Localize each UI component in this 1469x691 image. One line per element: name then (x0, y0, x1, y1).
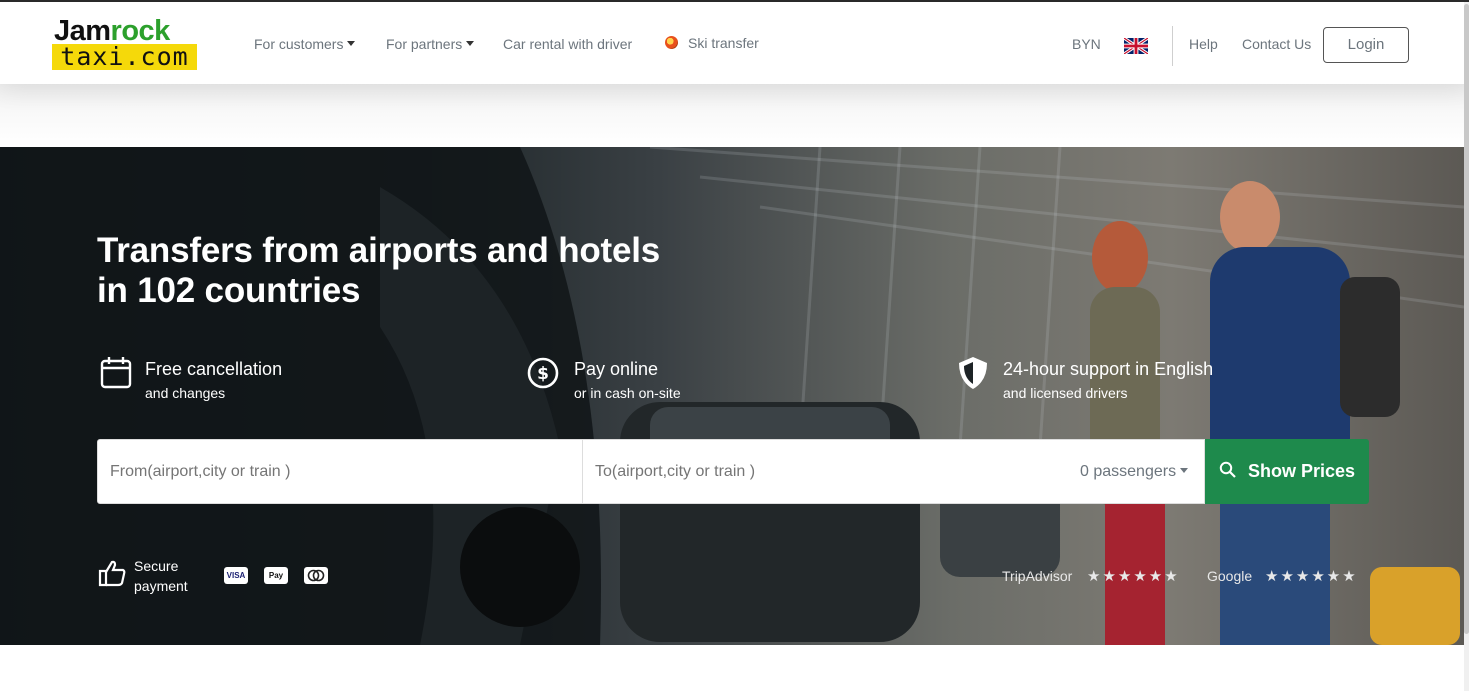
hero-title: Transfers from airports and hotels in 10… (97, 231, 661, 310)
nav-for-partners[interactable]: For partners (386, 36, 475, 52)
caret-down-icon (347, 41, 356, 46)
nav-ski-transfer[interactable]: Ski transfer (665, 35, 759, 51)
mastercard-icon (304, 567, 328, 584)
caret-down-icon (1180, 468, 1189, 473)
search-form: 0 passengers (97, 439, 1205, 504)
from-input[interactable] (110, 440, 580, 503)
nav-for-customers[interactable]: For customers (254, 36, 356, 52)
apple-pay-icon: Pay (264, 567, 288, 584)
field-divider (582, 440, 583, 503)
caret-down-icon (466, 41, 475, 46)
page-scrollbar[interactable] (1464, 2, 1469, 691)
header-shadow-band (0, 84, 1469, 147)
uk-flag-icon[interactable] (1124, 38, 1148, 54)
ski-icon (665, 36, 678, 49)
nav-car-rental[interactable]: Car rental with driver (503, 36, 632, 52)
calendar-icon (100, 357, 132, 389)
shield-icon (959, 357, 987, 389)
svg-text:$: $ (537, 364, 549, 384)
contact-us-link[interactable]: Contact Us (1242, 36, 1311, 52)
visa-icon: VISA (224, 567, 248, 584)
login-button[interactable]: Login (1323, 27, 1409, 63)
jamrock-logo[interactable]: Jamrock taxi.com (52, 16, 197, 72)
help-link[interactable]: Help (1189, 36, 1218, 52)
to-input[interactable] (595, 440, 1065, 503)
google-stars: ★★★★★★ (1265, 568, 1358, 585)
logo-domain: taxi.com (52, 44, 197, 70)
header-divider (1172, 26, 1173, 66)
tripadvisor-stars: ★★★★★★ (1087, 568, 1180, 585)
search-icon (1219, 461, 1236, 478)
tripadvisor-label[interactable]: TripAdvisor (1002, 568, 1072, 584)
currency-selector[interactable]: BYN (1072, 36, 1101, 52)
thumbs-up-icon (98, 560, 126, 587)
scrollbar-thumb[interactable] (1464, 4, 1469, 634)
dollar-coin-icon: $ (527, 357, 559, 389)
google-label[interactable]: Google (1207, 568, 1252, 584)
hero-section: Transfers from airports and hotels in 10… (0, 147, 1464, 645)
passengers-dropdown[interactable]: 0 passengers (1080, 440, 1195, 503)
site-header: Jamrock taxi.com For customers For partn… (0, 2, 1469, 84)
show-prices-button[interactable]: Show Prices (1205, 439, 1369, 504)
